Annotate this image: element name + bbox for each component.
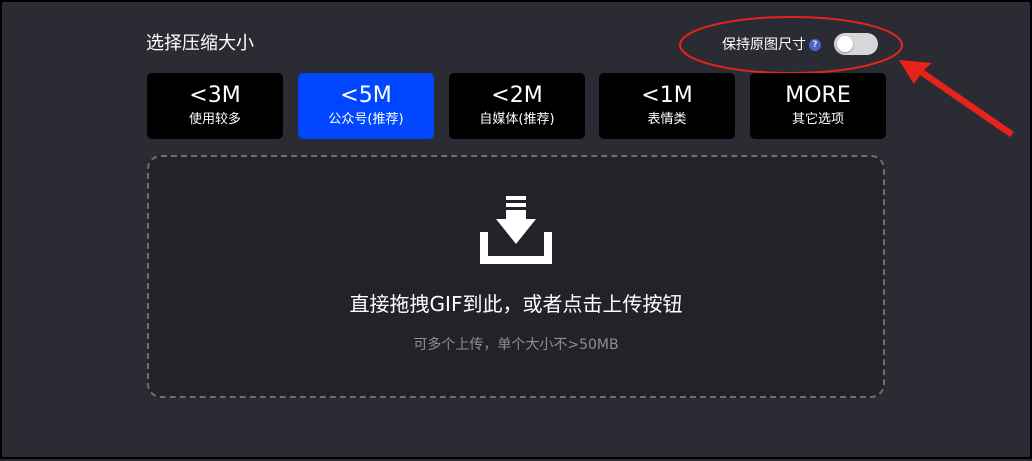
toggle-knob (837, 36, 853, 52)
size-option-value: <3M (189, 83, 241, 108)
size-option-3m[interactable]: <3M 使用较多 (147, 73, 283, 139)
size-option-value: <1M (641, 83, 693, 108)
upload-dropzone[interactable]: 直接拖拽GIF到此，或者点击上传按钮 可多个上传，单个大小不>50MB (147, 155, 885, 398)
size-option-desc: 表情类 (647, 112, 687, 127)
dropzone-subtitle: 可多个上传，单个大小不>50MB (413, 337, 619, 353)
size-option-value: <2M (491, 83, 543, 108)
size-option-desc: 自媒体(推荐) (479, 112, 555, 127)
keep-original-size-label: 保持原图尺寸 (722, 37, 806, 53)
size-option-2m[interactable]: <2M 自媒体(推荐) (449, 73, 585, 139)
size-option-1m[interactable]: <1M 表情类 (599, 73, 735, 139)
size-options: <3M 使用较多 <5M 公众号(推荐) <2M 自媒体(推荐) <1M 表情类… (147, 73, 887, 139)
dropzone-title: 直接拖拽GIF到此，或者点击上传按钮 (349, 292, 683, 316)
size-option-value: <5M (340, 83, 392, 108)
section-title: 选择压缩大小 (146, 33, 254, 54)
size-option-value: MORE (785, 83, 851, 108)
size-option-desc: 公众号(推荐) (328, 112, 404, 127)
download-tray-icon (480, 196, 552, 264)
keep-original-size-setting: 保持原图尺寸 ? (722, 32, 878, 56)
size-option-desc: 其它选项 (791, 112, 844, 127)
annotation-arrow (899, 60, 1014, 137)
size-option-5m[interactable]: <5M 公众号(推荐) (298, 73, 434, 139)
help-icon[interactable]: ? (809, 38, 821, 51)
keep-original-size-toggle[interactable] (834, 33, 878, 55)
size-option-more[interactable]: MORE 其它选项 (750, 73, 886, 139)
size-option-desc: 使用较多 (188, 112, 241, 127)
